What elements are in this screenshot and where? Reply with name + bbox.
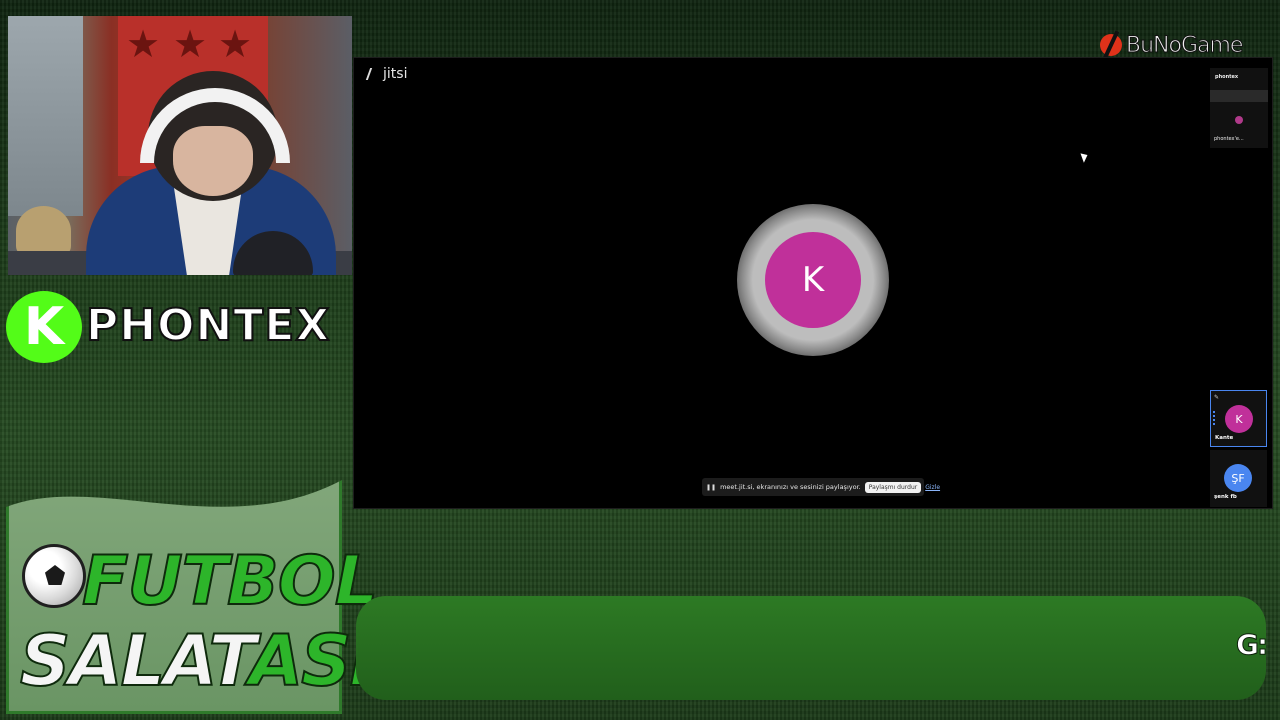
network-logo: BuNoGame <box>1100 30 1260 60</box>
hide-notice-link[interactable]: Gizle <box>925 484 940 491</box>
screen-share-preview <box>1210 90 1268 102</box>
poster-star-icon: ★ <box>218 22 253 66</box>
participant-tile-kante[interactable]: ✎ K Kante <box>1210 390 1267 447</box>
kick-logo-icon: K <box>6 291 82 363</box>
webcam-window-background <box>8 16 83 216</box>
share-notice-text: meet.jit.si, ekranınızı ve sesinizi payl… <box>720 483 861 491</box>
participant-tile-phontex[interactable]: phontex phontex'e... <box>1210 68 1268 148</box>
poster-star-icon: ★ <box>173 22 208 66</box>
show-title-line2-white: SALAT <box>19 620 252 702</box>
participant-tile-name: phontex'e... <box>1214 136 1244 142</box>
show-title-line1: FUTBOL <box>81 542 379 621</box>
show-title-line2: SALATASI <box>19 625 377 697</box>
kick-logo-letter: K <box>23 297 65 357</box>
bunogame-mark-icon <box>1100 34 1122 56</box>
jitsi-logo-text: jitsi <box>383 66 408 82</box>
streamer-name: PHONTEX <box>85 299 331 352</box>
news-ticker-bar <box>356 596 1266 700</box>
main-participant-avatar[interactable]: K <box>765 232 861 328</box>
pin-icon: ✎ <box>1214 394 1220 401</box>
participant-avatar: ŞF <box>1224 464 1252 492</box>
participant-dot-icon <box>1235 116 1243 124</box>
participant-avatar: K <box>1225 405 1253 433</box>
poster-star-icon: ★ <box>126 22 161 66</box>
stop-sharing-button[interactable]: Paylaşmı durdur <box>864 481 922 493</box>
participant-tile-sf[interactable]: ŞF şenk fb <box>1210 450 1267 507</box>
pause-icon: ❚❚ <box>706 483 717 491</box>
jitsi-logo[interactable]: jitsi <box>365 66 408 82</box>
participant-name: Kante <box>1215 435 1234 441</box>
participant-name: şenk fb <box>1214 494 1237 500</box>
screen-share-notice: ❚❚ meet.jit.si, ekranınızı ve sesinizi p… <box>702 478 940 496</box>
webcam-plant <box>16 206 71 256</box>
jitsi-logo-icon <box>365 68 383 80</box>
ticker-text: G: <box>1235 628 1268 662</box>
participant-tile-title: phontex <box>1215 74 1239 80</box>
show-title-line2-green: ASI <box>248 620 377 702</box>
soccer-ball-icon <box>22 544 86 608</box>
network-logo-text: BuNoGame <box>1125 32 1243 58</box>
webcam-feed: ★ ★ ★ <box>8 16 352 275</box>
audio-level-icon <box>1213 411 1215 425</box>
